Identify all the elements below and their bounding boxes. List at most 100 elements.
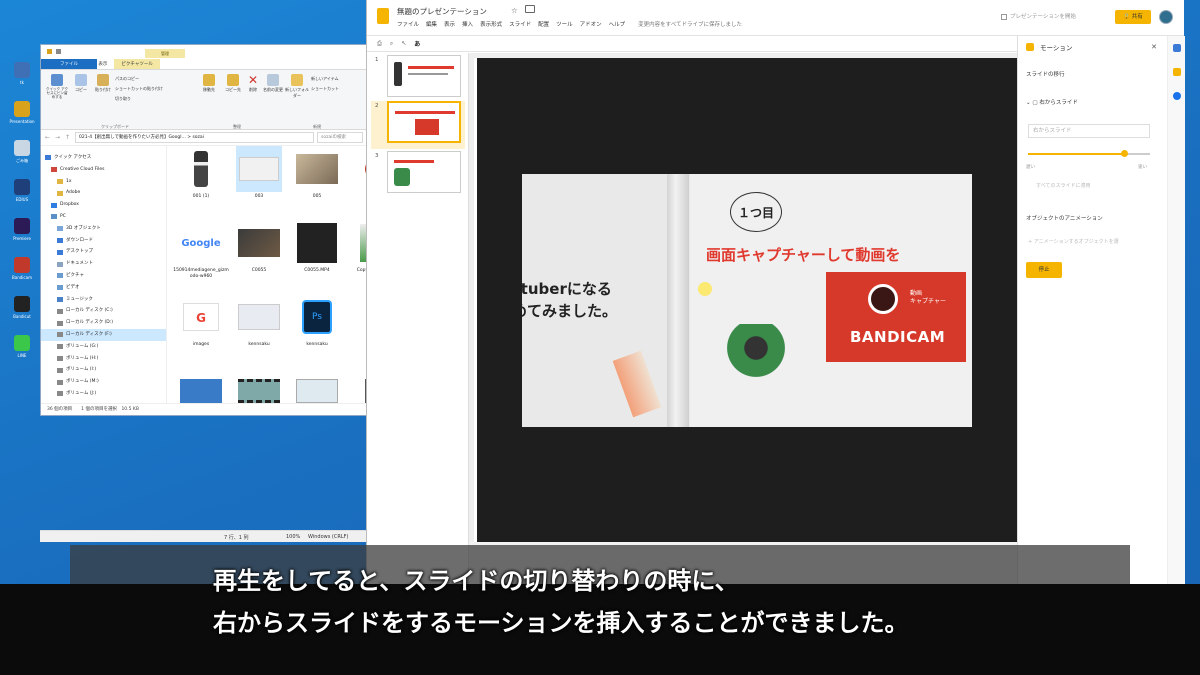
nav-item[interactable]: ボリューム (G:) [41,341,166,353]
copy-path-button[interactable]: パスのコピー [115,76,139,82]
desktop-icon[interactable]: Presentation [2,101,42,124]
menu-item[interactable]: 編集 [426,20,437,28]
nav-item[interactable]: Dropbox [41,199,166,211]
rename-button[interactable]: 名前の変更 [261,74,285,93]
menu-item[interactable]: アドオン [580,20,602,28]
address-path[interactable]: 021-4【創出無しで動画を作りたい方必見】Googl... > sozai [75,132,314,143]
search-input[interactable]: sozaiの検索 [317,132,363,143]
nav-item[interactable]: PC [41,211,166,223]
file-item[interactable]: C0055 [231,220,287,274]
nav-item[interactable]: Adobe [41,187,166,199]
nav-item[interactable]: ボリューム (I:) [41,364,166,376]
move-folder-icon[interactable] [525,5,535,13]
nav-item-label: ボリューム (J:) [66,390,97,396]
save-status[interactable]: 変更内容をすべてドライブに保存しました [638,20,742,28]
desktop-icon[interactable]: LINE [2,335,42,358]
menu-item[interactable]: 表示 [444,20,455,28]
nav-item[interactable]: ダウンロード [41,235,166,247]
stop-button[interactable]: 停止 [1026,262,1062,278]
menu-item[interactable]: ツール [556,20,573,28]
apply-all-button[interactable]: すべてのスライドに適用 [1036,182,1090,189]
print-icon[interactable]: ⎙ [377,40,382,48]
speed-slider-fill[interactable] [1028,153,1124,155]
nav-item[interactable]: ローカル ディスク (F:) [41,328,166,341]
new-item-button[interactable]: 新しいアイテム [311,76,339,82]
nav-item[interactable]: ボリューム (J:) [41,388,166,400]
nav-item[interactable]: ピクチャ [41,270,166,282]
thumbnail-graphic [297,223,337,263]
calendar-icon[interactable] [1173,44,1181,52]
nav-item[interactable]: ボリューム (H:) [41,353,166,365]
keep-icon[interactable] [1173,68,1181,76]
file-item[interactable]: 003 [231,146,287,200]
present-button[interactable]: プレゼンテーションを開始 [1001,12,1076,20]
ribbon-context-tab[interactable]: 管理 [145,49,185,58]
cut-button[interactable]: 切り取り [115,96,131,102]
folder-icon [57,249,63,255]
nav-item[interactable]: ボリューム (M:) [41,376,166,388]
paste-button[interactable]: 貼り付け [91,74,115,93]
file-item[interactable]: Gimages [173,294,229,348]
nav-item[interactable]: ローカル ディスク (C:) [41,305,166,317]
menu-item[interactable]: 配置 [538,20,549,28]
paste-shortcut-button[interactable]: ショートカットの貼り付け [115,86,163,92]
pin-quick-access-button[interactable]: クイック アクセスにピン留めする [45,74,69,99]
file-item[interactable]: kennsaku [231,294,287,348]
zoom-icon[interactable]: ⌕ [390,40,393,48]
file-item[interactable]: C0055.MP4 [289,220,345,274]
forward-arrow-icon[interactable]: → [55,134,62,141]
filmstrip-slide-2[interactable]: 2 [371,101,465,149]
shortcut-button[interactable]: ショートカット [311,86,339,92]
share-button[interactable]: 🔒 共有 [1115,10,1151,24]
copy-button[interactable]: コピー [69,74,93,93]
transition-type-row[interactable]: ⌄ ▢ 右からスライド [1026,98,1078,106]
menu-item[interactable]: ヘルプ [609,20,626,28]
menu-item[interactable]: 表示形式 [480,20,502,28]
document-title[interactable]: 無題のプレゼンテーション [397,6,487,17]
move-to-button[interactable]: 移動先 [197,74,221,93]
tasks-icon[interactable] [1173,92,1181,100]
desktop-icon[interactable]: tk [2,62,42,85]
transition-dropdown[interactable]: 右からスライド [1028,124,1150,138]
filmstrip-slide-1[interactable]: 1 [371,55,465,103]
desktop-icon[interactable]: Bandicut [2,296,42,319]
slides-logo-icon[interactable] [377,8,389,24]
back-arrow-icon[interactable]: ← [45,134,52,141]
thumbnail-graphic [296,379,338,403]
nav-item[interactable]: Creative Cloud Files [41,164,166,176]
menu-item[interactable]: スライド [509,20,531,28]
nav-item[interactable]: 1x [41,176,166,188]
quick-access-icon[interactable] [56,49,61,54]
desktop-icon[interactable]: Premiere [2,218,42,241]
up-arrow-icon[interactable]: ↑ [65,134,72,141]
speed-slider-handle[interactable] [1121,150,1128,157]
delete-x-icon: ✕ [247,73,259,87]
nav-item[interactable]: クイック アクセス [41,152,166,164]
nav-item[interactable]: デスクトップ [41,246,166,258]
menu-item[interactable]: 挿入 [462,20,473,28]
input-tools-button[interactable]: あ [414,39,420,48]
star-icon[interactable]: ☆ [511,6,518,15]
nav-item[interactable]: ローカル ディスク (D:) [41,317,166,329]
desktop-icon[interactable]: ごみ箱 [2,140,42,163]
nav-item[interactable]: ミュージック [41,294,166,306]
app-icon [14,62,30,78]
desktop-icon[interactable]: Bandicam [2,257,42,280]
nav-item[interactable]: ドキュメント [41,258,166,270]
select-pointer-icon[interactable]: ↖ [401,40,406,47]
file-item[interactable]: Google 150914mediagene_gizmodo-w960 [173,220,229,280]
file-item[interactable]: Ps kennsaku [289,294,345,348]
close-icon[interactable]: ✕ [1151,43,1157,51]
ribbon-tab[interactable]: ファイル [41,59,97,69]
new-folder-button[interactable]: 新しいフォルダー [285,74,309,99]
filmstrip-slide-3[interactable]: 3 [371,151,465,199]
add-animation-button[interactable]: + アニメーションするオブジェクトを選 [1028,238,1119,245]
file-item[interactable]: 001 (1) [173,146,229,200]
desktop-icon[interactable]: EDIUS [2,179,42,202]
nav-item[interactable]: 3D オブジェクト [41,223,166,235]
avatar[interactable] [1159,10,1173,24]
menu-item[interactable]: ファイル [397,20,419,28]
ribbon-tab[interactable]: ピクチャツール [114,59,160,69]
nav-item[interactable]: ビデオ [41,282,166,294]
file-item[interactable]: 005 [289,146,345,200]
